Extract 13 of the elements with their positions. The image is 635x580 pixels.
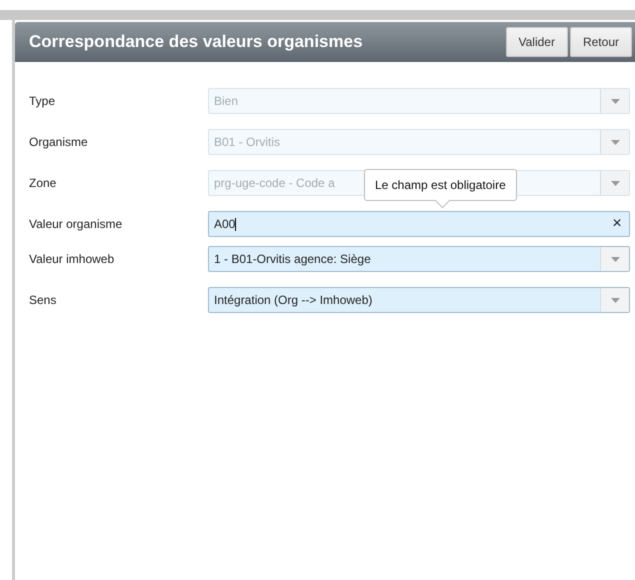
field-label: Valeur organisme [29, 217, 124, 231]
field-label: Type [29, 94, 56, 108]
clear-icon[interactable]: × [605, 215, 629, 233]
field-label: Sens [29, 293, 58, 307]
field-label: Organisme [29, 135, 89, 149]
dialog-title: Correspondance des valeurs organismes [29, 32, 363, 52]
input-field[interactable]: A00 × [208, 211, 630, 237]
header-button[interactable]: Valider [506, 27, 568, 57]
dropdown-field[interactable]: 1 - B01-Orvitis agence: Siège [208, 246, 630, 272]
dropdown-field[interactable]: Intégration (Org --> Imhoweb) [208, 287, 630, 313]
header-button[interactable]: Retour [570, 27, 632, 57]
field-label: Zone [29, 176, 58, 190]
field-label: Valeur imhoweb [29, 252, 116, 266]
